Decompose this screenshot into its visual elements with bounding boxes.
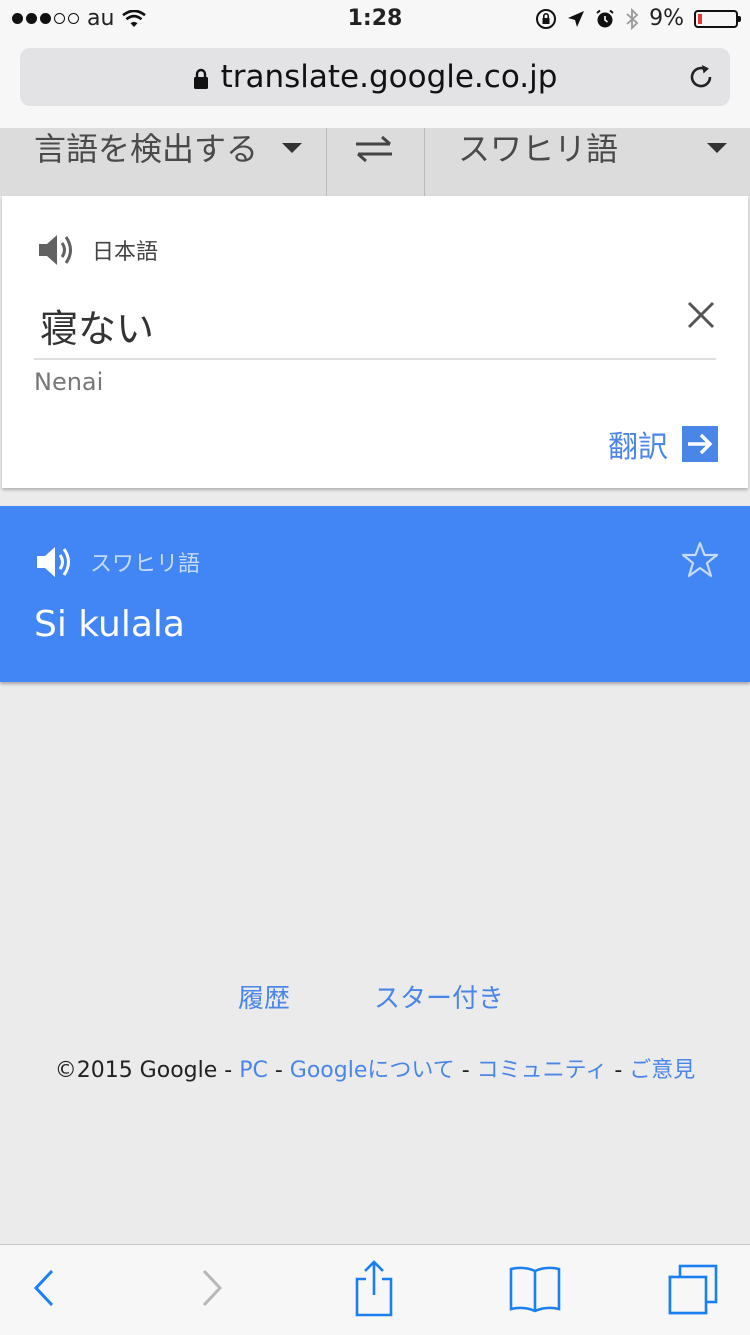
separator: - (267, 1058, 290, 1083)
target-language-label: スワヒリ語 (90, 552, 201, 577)
pc-link[interactable]: PC (239, 1058, 268, 1083)
transliteration-text: Nenai (34, 368, 104, 396)
about-google-link[interactable]: Googleについて (290, 1058, 455, 1083)
chevron-down-icon (282, 143, 302, 153)
input-card: 日本語 寝ない Nenai 翻訳 (2, 196, 748, 488)
tabs-icon[interactable] (666, 1263, 720, 1315)
close-icon[interactable] (686, 300, 716, 330)
browser-address-area: translate.google.co.jp (0, 40, 750, 129)
alarm-icon (596, 9, 614, 27)
separator: - (454, 1058, 477, 1083)
battery-percent: 9% (649, 6, 684, 31)
feedback-link[interactable]: ご意見 (629, 1058, 695, 1083)
chevron-down-icon (707, 143, 727, 153)
input-underline (34, 358, 716, 360)
bluetooth-icon (626, 7, 639, 30)
separator: - (217, 1058, 240, 1083)
separator: - (607, 1058, 630, 1083)
browser-toolbar (0, 1244, 750, 1335)
arrow-right-icon (682, 426, 718, 462)
forward-icon[interactable] (196, 1263, 226, 1313)
back-icon[interactable] (30, 1263, 60, 1313)
battery-icon (694, 9, 741, 28)
status-bar: au 1:28 9% (0, 0, 750, 40)
source-language-label: 言語を検出する (34, 130, 259, 168)
address-bar[interactable]: translate.google.co.jp (20, 48, 730, 106)
translated-text: Si kulala (34, 604, 185, 645)
rotation-lock-icon (536, 8, 557, 29)
source-language-select[interactable]: 言語を検出する (0, 128, 326, 196)
community-link[interactable]: コミュニティ (477, 1058, 608, 1083)
translation-result-card: スワヒリ語 Si kulala (0, 506, 750, 682)
star-icon[interactable] (680, 540, 720, 580)
translate-button[interactable]: 翻訳 (608, 422, 718, 466)
share-icon[interactable] (352, 1259, 396, 1317)
swap-languages-icon[interactable] (352, 134, 396, 164)
history-link[interactable]: 履歴 (238, 978, 290, 1015)
url-text: translate.google.co.jp (220, 59, 558, 95)
bookmarks-icon[interactable] (508, 1263, 562, 1313)
reload-icon[interactable] (686, 62, 716, 92)
translate-button-label: 翻訳 (608, 430, 668, 465)
lock-icon (193, 68, 208, 89)
source-text-input[interactable]: 寝ない (40, 298, 154, 353)
status-right: 9% (535, 6, 741, 31)
speaker-icon[interactable] (34, 542, 74, 582)
copyright-text: ©2015 Google (54, 1058, 218, 1083)
location-arrow-icon (568, 10, 585, 27)
target-language-label: スワヒリ語 (458, 130, 619, 168)
speaker-icon[interactable] (36, 230, 76, 270)
target-language-select[interactable]: スワヒリ語 (425, 128, 750, 196)
starred-link[interactable]: スター付き (374, 978, 504, 1015)
detected-language-label: 日本語 (92, 240, 159, 265)
divider (326, 128, 327, 196)
footer-copyright-line: ©2015 Google - PC - Googleについて - コミュニティ … (0, 1052, 750, 1084)
language-selector-bar: 言語を検出する スワヒリ語 (0, 128, 750, 196)
